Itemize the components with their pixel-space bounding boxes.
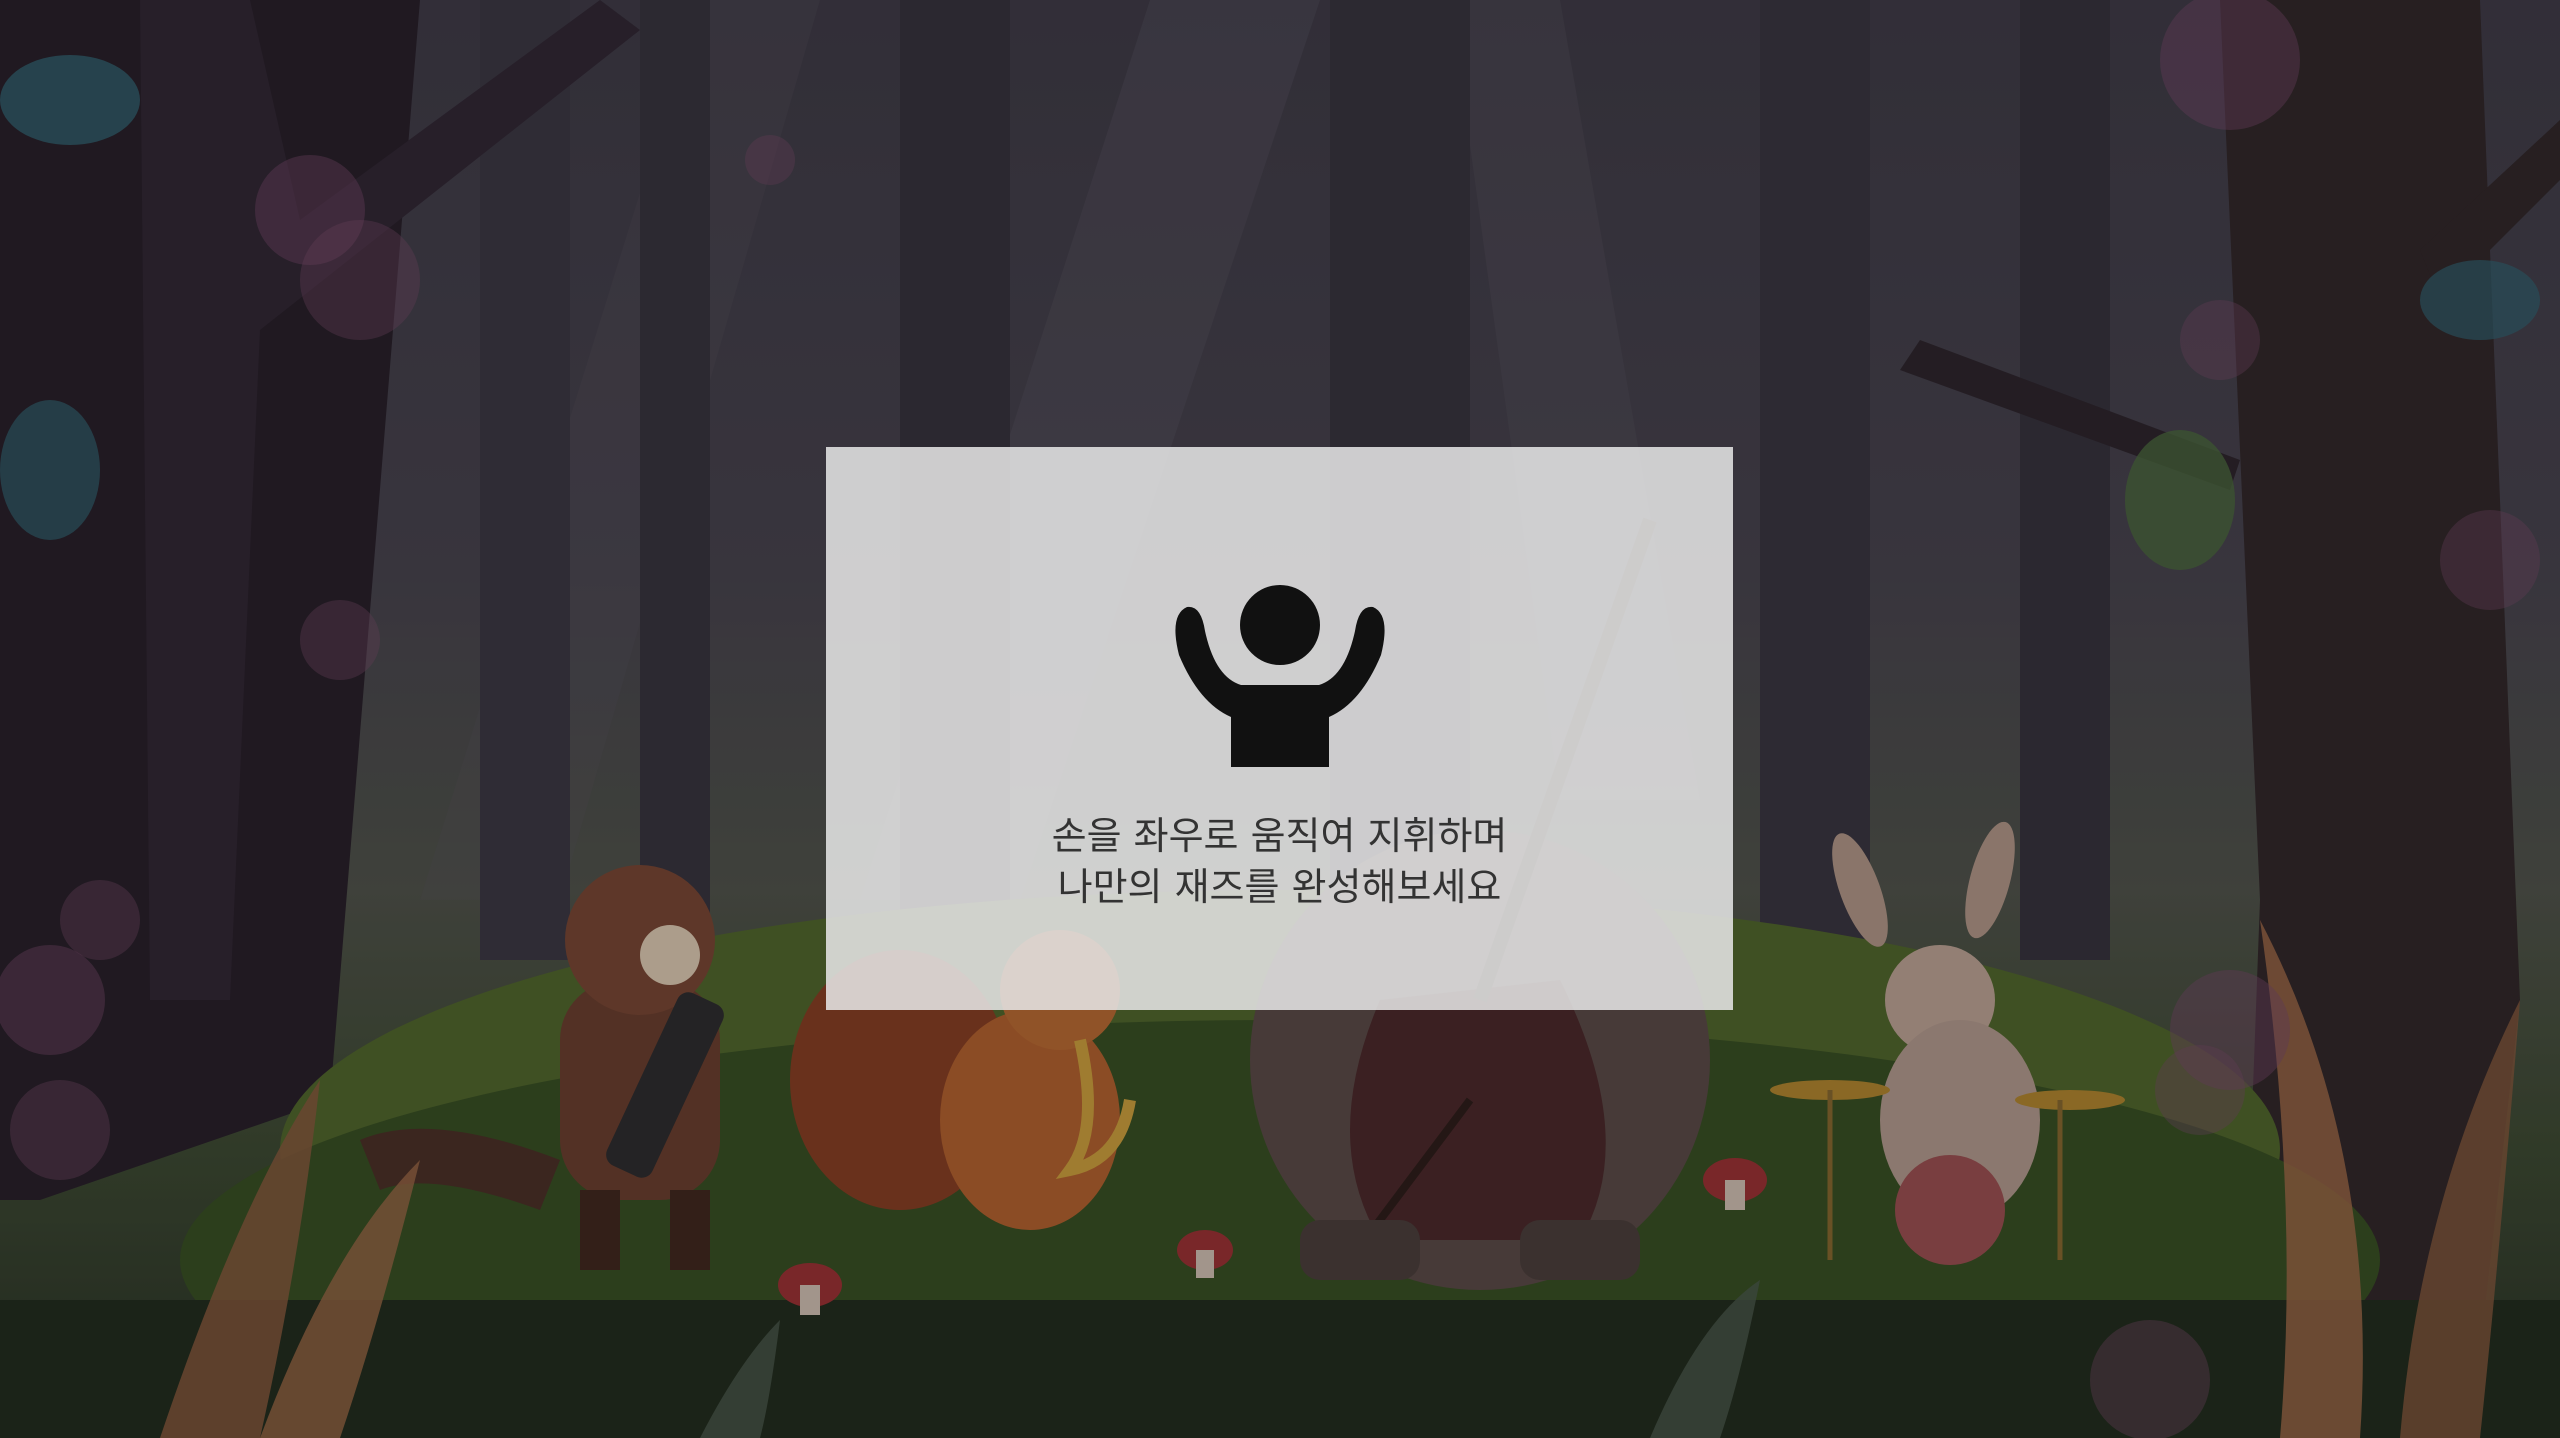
game-stage[interactable]: 손을 좌우로 움직여 지휘하며 나만의 재즈를 완성해보세요	[0, 0, 2560, 1438]
instruction-line: 나만의 재즈를 완성해보세요	[1057, 865, 1502, 909]
instruction-card: 손을 좌우로 움직여 지휘하며 나만의 재즈를 완성해보세요	[826, 447, 1733, 1010]
instruction-line: 손을 좌우로 움직여 지휘하며	[1051, 814, 1508, 858]
instruction-text: 손을 좌우로 움직여 지휘하며 나만의 재즈를 완성해보세요	[1052, 811, 1508, 913]
conductor-arms-raised-icon	[1174, 585, 1385, 767]
